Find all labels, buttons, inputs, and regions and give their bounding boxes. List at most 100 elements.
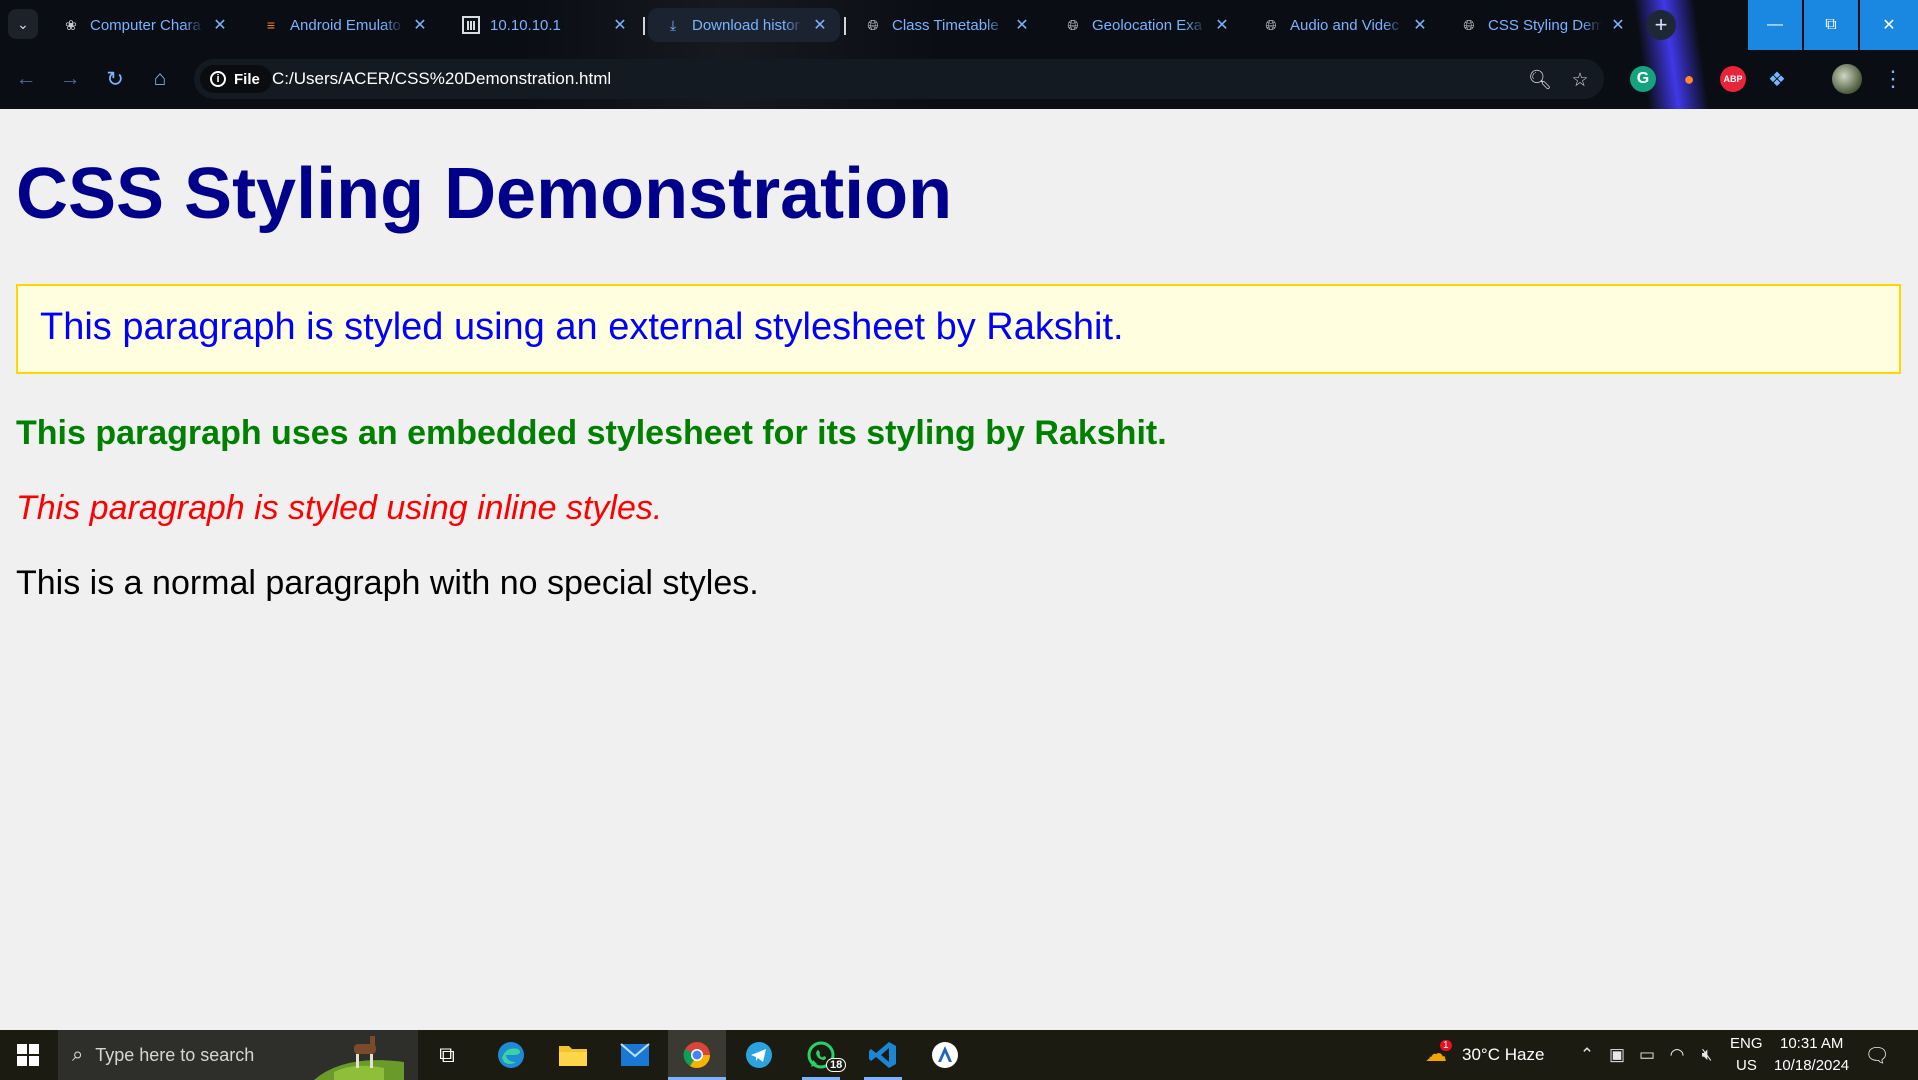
taskbar-app-store[interactable] bbox=[916, 1030, 974, 1080]
zoom-icon[interactable]: 🔍︎ bbox=[1528, 68, 1552, 92]
close-icon[interactable]: ✕ bbox=[410, 15, 430, 35]
tab-title: Computer Chara bbox=[90, 16, 201, 34]
taskbar-search[interactable]: ⌕ Type here to search bbox=[58, 1030, 418, 1080]
minimize-icon: — bbox=[1767, 16, 1783, 33]
forward-button[interactable]: → bbox=[56, 65, 84, 93]
tab-geolocation[interactable]: 🌐︎ Geolocation Exa ✕ bbox=[1048, 6, 1242, 44]
telegram-icon bbox=[746, 1042, 772, 1068]
taskbar-vscode[interactable] bbox=[854, 1030, 912, 1080]
tab-title: Class Timetable bbox=[892, 16, 999, 34]
tab-audio-video[interactable]: 🌐︎ Audio and Videc ✕ bbox=[1246, 6, 1440, 44]
tab-router[interactable]: 10.10.10.1 ✕ bbox=[446, 6, 640, 44]
globe-icon: 🌐︎ bbox=[1067, 16, 1079, 33]
reload-icon: ↻ bbox=[106, 67, 124, 91]
openai-icon: ❀ bbox=[65, 16, 77, 33]
close-icon[interactable]: ✕ bbox=[1608, 15, 1628, 35]
tab-title: CSS Styling Dem bbox=[1488, 16, 1602, 34]
page-title: CSS Styling Demonstration bbox=[16, 154, 953, 234]
normal-paragraph: This is a normal paragraph with no speci… bbox=[16, 564, 759, 602]
close-icon[interactable]: ✕ bbox=[810, 15, 830, 35]
scheme-label: File bbox=[234, 70, 260, 88]
site-info-chip[interactable]: i File bbox=[200, 65, 272, 93]
edge-icon bbox=[498, 1042, 524, 1068]
tab-search-button[interactable]: ⌄ bbox=[8, 9, 38, 39]
tab-css-styling[interactable]: 🌐︎ CSS Styling Dem ✕ bbox=[1444, 6, 1638, 44]
new-tab-button[interactable]: + bbox=[1646, 10, 1676, 40]
browser-chrome: ⌄ ❀ Computer Chara ✕ ≡ Android Emulato ✕… bbox=[0, 0, 1918, 109]
start-button[interactable] bbox=[0, 1030, 56, 1080]
taskbar-whatsapp[interactable]: 18 bbox=[792, 1030, 850, 1080]
vscode-icon bbox=[869, 1042, 896, 1068]
tab-download-history[interactable]: ⤓ Download histor ✕ bbox=[648, 8, 840, 42]
restore-icon: ⧉ bbox=[1825, 16, 1837, 33]
weather-text[interactable]: 30°C Haze bbox=[1462, 1045, 1544, 1065]
info-icon: i bbox=[210, 71, 226, 87]
notification-badge: 18 bbox=[826, 1058, 847, 1072]
adblock-plus-icon[interactable]: ABP bbox=[1720, 66, 1746, 92]
speaker-muted-icon[interactable]: 🔇︎ bbox=[1696, 1044, 1718, 1066]
close-icon[interactable]: ✕ bbox=[1212, 15, 1232, 35]
inline-style-paragraph: This paragraph is styled using inline st… bbox=[16, 489, 663, 527]
close-icon[interactable]: ✕ bbox=[1012, 15, 1032, 35]
folder-icon bbox=[559, 1046, 587, 1066]
taskbar-telegram[interactable] bbox=[730, 1030, 788, 1080]
windows-icon bbox=[17, 1044, 39, 1066]
battery-icon[interactable]: ▭ bbox=[1636, 1044, 1658, 1066]
back-button[interactable]: ← bbox=[12, 65, 40, 93]
taskbar-chrome[interactable] bbox=[668, 1030, 726, 1080]
profile-avatar[interactable] bbox=[1832, 64, 1862, 94]
arrow-left-icon: ← bbox=[15, 67, 37, 90]
search-placeholder: Type here to search bbox=[95, 1044, 255, 1065]
search-icon: ⌕ bbox=[72, 1043, 84, 1066]
embedded-stylesheet-paragraph: This paragraph uses an embedded styleshe… bbox=[16, 414, 1167, 452]
tab-title: Android Emulato bbox=[290, 16, 401, 34]
weather-badge: 1 bbox=[1440, 1040, 1452, 1051]
taskbar-edge[interactable] bbox=[482, 1030, 540, 1080]
download-icon: ⤓ bbox=[669, 16, 677, 33]
meet-now-icon[interactable]: ▣ bbox=[1606, 1044, 1628, 1066]
okapi-illustration-icon bbox=[314, 1036, 404, 1080]
more-menu-icon[interactable]: ⋮ bbox=[1880, 66, 1906, 92]
tab-android-emulator[interactable]: ≡ Android Emulato ✕ bbox=[246, 6, 440, 44]
grammarly-icon[interactable]: G bbox=[1630, 66, 1656, 92]
close-icon[interactable]: ✕ bbox=[610, 15, 630, 35]
tab-title: Download histor bbox=[692, 16, 800, 34]
tab-class-timetable[interactable]: 🌐︎ Class Timetable ✕ bbox=[848, 6, 1042, 44]
language-line1[interactable]: ENG bbox=[1730, 1035, 1763, 1052]
pumpkin-extension-icon[interactable]: ● bbox=[1676, 66, 1702, 92]
arrow-right-icon: → bbox=[59, 67, 81, 90]
wifi-icon[interactable]: ◠ bbox=[1666, 1044, 1688, 1066]
close-icon[interactable]: ✕ bbox=[210, 15, 230, 35]
taskbar: ⌕ Type here to search ⧉ 18 ☁ 1 30°C Haze… bbox=[0, 1030, 1918, 1080]
close-window-button[interactable]: ✕ bbox=[1860, 0, 1918, 50]
close-icon: ✕ bbox=[1882, 17, 1896, 34]
chevron-up-icon[interactable]: ⌃ bbox=[1576, 1044, 1598, 1066]
taskbar-mail[interactable] bbox=[606, 1030, 664, 1080]
clock-time[interactable]: 10:31 AM bbox=[1780, 1035, 1843, 1052]
extensions-puzzle-icon[interactable]: ❖ bbox=[1764, 66, 1790, 92]
external-stylesheet-box: This paragraph is styled using an extern… bbox=[16, 284, 1901, 374]
app-icon bbox=[932, 1042, 958, 1068]
tab-strip: ⌄ ❀ Computer Chara ✕ ≡ Android Emulato ✕… bbox=[0, 0, 1918, 50]
address-bar[interactable]: i File C:/Users/ACER/CSS%20Demonstration… bbox=[194, 59, 1604, 99]
url-text[interactable]: C:/Users/ACER/CSS%20Demonstration.html bbox=[272, 69, 611, 89]
chrome-icon bbox=[683, 1042, 711, 1069]
home-button[interactable]: ⌂ bbox=[146, 65, 174, 93]
external-stylesheet-paragraph: This paragraph is styled using an extern… bbox=[40, 306, 1124, 348]
restore-button[interactable]: ⧉ bbox=[1804, 0, 1858, 50]
minimize-button[interactable]: — bbox=[1748, 0, 1802, 50]
tab-title: Geolocation Exa bbox=[1092, 16, 1203, 34]
notifications-icon[interactable]: 🗨︎ bbox=[1864, 1044, 1889, 1067]
close-icon[interactable]: ✕ bbox=[1410, 15, 1430, 35]
tab-separator bbox=[844, 17, 846, 35]
taskbar-file-explorer[interactable] bbox=[544, 1030, 602, 1080]
language-line2[interactable]: US bbox=[1736, 1057, 1757, 1074]
router-icon bbox=[462, 16, 480, 34]
task-view-button[interactable]: ⧉ bbox=[418, 1030, 476, 1080]
reload-button[interactable]: ↻ bbox=[101, 65, 129, 93]
tab-computer-chara[interactable]: ❀ Computer Chara ✕ bbox=[46, 6, 240, 44]
clock-date[interactable]: 10/18/2024 bbox=[1774, 1057, 1849, 1074]
home-icon: ⌂ bbox=[153, 67, 167, 90]
page-content: CSS Styling Demonstration This paragraph… bbox=[0, 109, 1918, 1030]
bookmark-star-icon[interactable]: ☆ bbox=[1568, 68, 1592, 92]
